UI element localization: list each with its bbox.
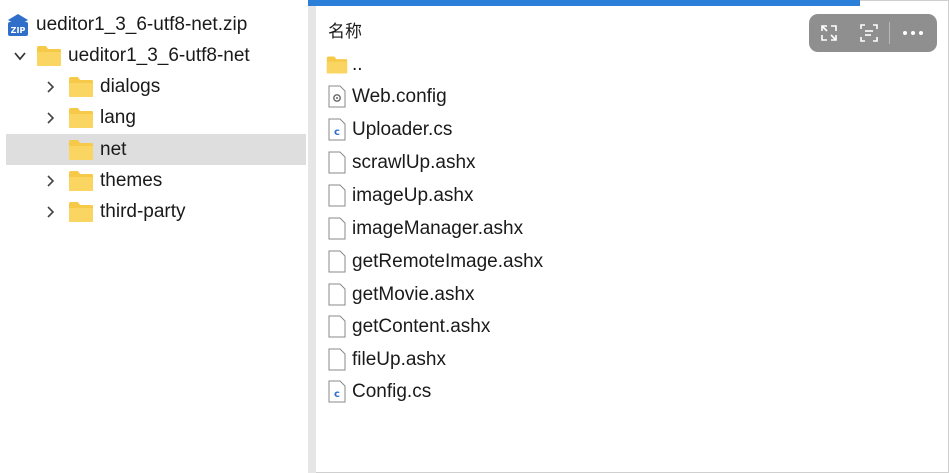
file-name: imageManager.ashx: [352, 217, 524, 239]
svg-text:c: c: [334, 127, 340, 138]
file-row[interactable]: imageUp.ashx: [326, 180, 473, 211]
file-row[interactable]: getRemoteImage.ashx: [326, 246, 543, 277]
blank-file-icon: [326, 314, 348, 340]
tree-item-label: net: [100, 138, 127, 160]
blank-file-icon: [326, 249, 348, 275]
blank-file-icon: [326, 347, 348, 373]
file-row-parent[interactable]: ..: [326, 49, 363, 80]
tree-item-label: lang: [100, 106, 136, 128]
file-row[interactable]: getContent.ashx: [326, 311, 490, 342]
folder-icon: [326, 52, 348, 78]
blank-file-icon: [326, 150, 348, 176]
file-name: imageUp.ashx: [352, 184, 474, 206]
more-icon[interactable]: [890, 14, 936, 52]
blank-file-icon: [326, 183, 348, 209]
file-row[interactable]: c Uploader.cs: [326, 114, 452, 145]
file-name: getMovie.ashx: [352, 283, 475, 305]
chevron-right-icon[interactable]: [40, 202, 60, 222]
folder-icon: [68, 76, 94, 98]
tree-root-zip[interactable]: ZIP ueditor1_3_6-utf8-net.zip: [6, 9, 308, 40]
file-name: getRemoteImage.ashx: [352, 250, 544, 272]
svg-text:ZIP: ZIP: [11, 26, 26, 35]
zip-archive-icon: ZIP: [6, 13, 30, 37]
config-file-icon: [326, 84, 348, 110]
chevron-right-icon[interactable]: [40, 171, 60, 191]
folder-icon: [68, 201, 94, 223]
tree-item-label: ueditor1_3_6-utf8-net: [68, 44, 250, 66]
column-header-name[interactable]: 名称: [328, 17, 362, 42]
folder-tree: ZIP ueditor1_3_6-utf8-net.zip ueditor1_3…: [0, 0, 308, 473]
file-row[interactable]: imageManager.ashx: [326, 213, 523, 244]
file-name: Config.cs: [352, 380, 432, 402]
tree-item-themes[interactable]: themes: [40, 165, 306, 196]
file-name: fileUp.ashx: [352, 348, 446, 370]
tree-item-label: themes: [100, 169, 163, 191]
file-name: getContent.ashx: [352, 315, 491, 337]
blank-file-icon: [326, 282, 348, 308]
chevron-right-icon[interactable]: [40, 77, 60, 97]
folder-icon: [68, 170, 94, 192]
file-row[interactable]: fileUp.ashx: [326, 344, 446, 375]
tree-item-ueditor[interactable]: ueditor1_3_6-utf8-net: [10, 40, 306, 71]
tree-item-dialogs[interactable]: dialogs: [40, 71, 306, 102]
file-row[interactable]: scrawlUp.ashx: [326, 147, 476, 178]
file-name: Web.config: [352, 85, 447, 107]
folder-icon: [36, 45, 62, 67]
file-row[interactable]: c Config.cs: [326, 376, 431, 407]
tree-item-net[interactable]: net: [6, 134, 306, 165]
floating-toolbar: [809, 14, 937, 52]
file-list-panel: 名称 .. Web.config c Uploader.cs scrawlUp.…: [316, 6, 949, 473]
folder-icon: [68, 107, 94, 129]
chevron-right-icon[interactable]: [40, 108, 60, 128]
tree-root-label: ueditor1_3_6-utf8-net.zip: [36, 13, 248, 35]
file-row[interactable]: getMovie.ashx: [326, 279, 475, 310]
file-name: Uploader.cs: [352, 118, 453, 140]
tree-item-label: third-party: [100, 200, 186, 222]
csharp-file-icon: c: [326, 117, 348, 143]
csharp-file-icon: c: [326, 379, 348, 405]
scan-text-icon[interactable]: [849, 14, 889, 52]
tree-item-lang[interactable]: lang: [40, 102, 306, 133]
pane-splitter[interactable]: [308, 6, 316, 473]
file-row[interactable]: Web.config: [326, 81, 447, 112]
folder-icon: [68, 139, 94, 161]
tree-item-third-party[interactable]: third-party: [40, 196, 306, 227]
tree-item-label: dialogs: [100, 75, 161, 97]
expand-icon[interactable]: [809, 14, 849, 52]
file-name: scrawlUp.ashx: [352, 151, 476, 173]
blank-file-icon: [326, 216, 348, 242]
chevron-down-icon[interactable]: [10, 46, 30, 66]
svg-text:c: c: [334, 389, 340, 400]
file-name: ..: [352, 53, 363, 75]
